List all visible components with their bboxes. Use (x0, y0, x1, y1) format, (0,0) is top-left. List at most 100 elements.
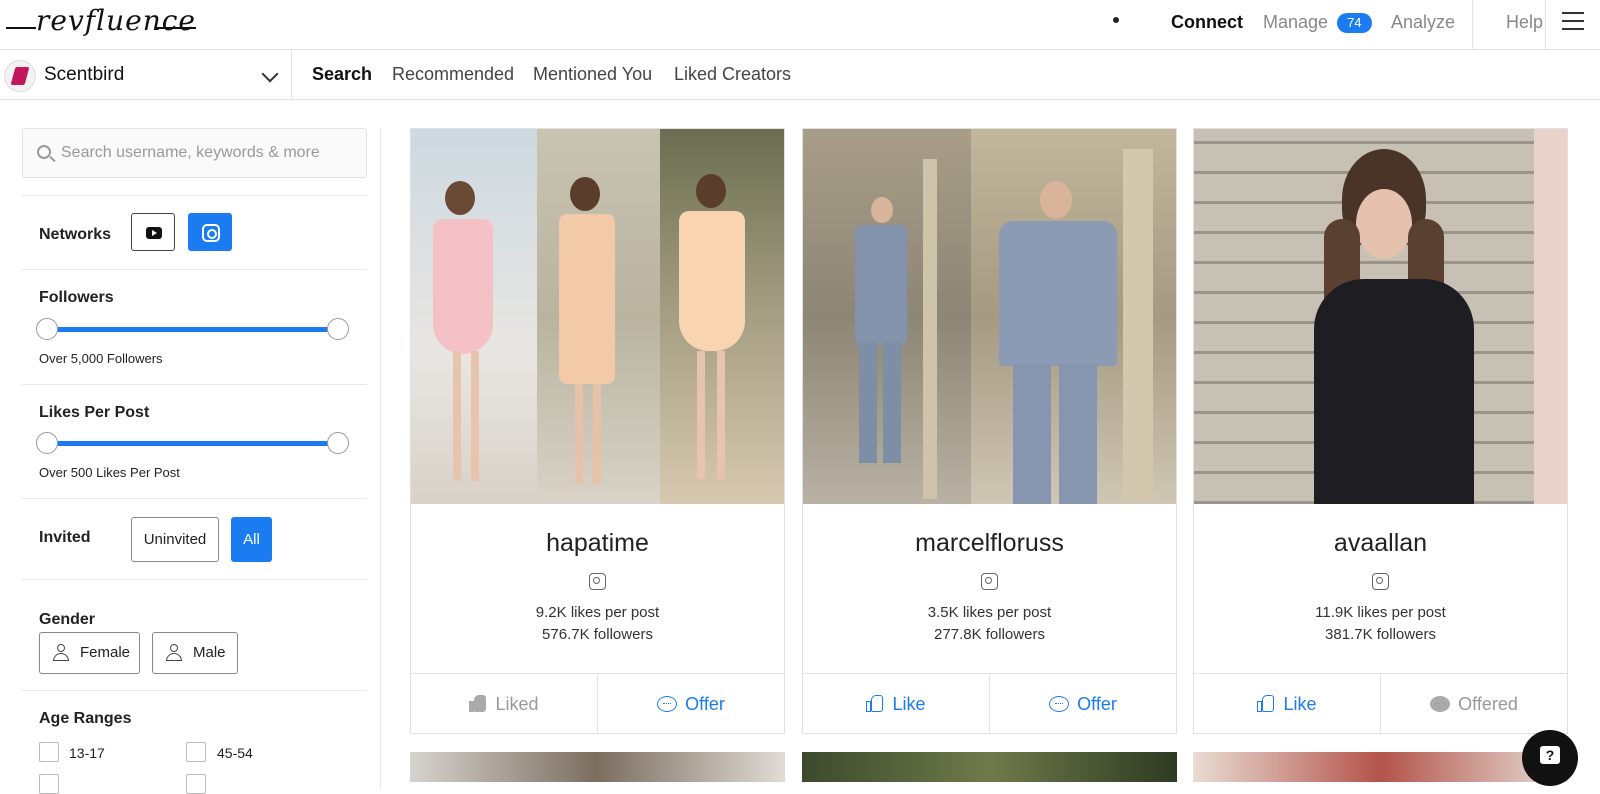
thumbs-up-icon (469, 694, 487, 712)
age-ranges-label: Age Ranges (39, 710, 132, 727)
nav-analyze[interactable]: Analyze (1391, 0, 1455, 50)
creator-card-preview[interactable] (410, 752, 785, 782)
all-button[interactable]: All (231, 517, 272, 562)
age-checkbox[interactable] (39, 774, 59, 794)
followers-count: 277.8K followers (934, 626, 1045, 643)
offered-button[interactable]: Offered (1381, 674, 1567, 734)
offer-label: Offer (1077, 694, 1117, 714)
instagram-icon (202, 224, 220, 242)
logo-text: revfluence (36, 4, 196, 37)
liked-label: Liked (495, 694, 539, 714)
creator-username[interactable]: hapatime (411, 529, 784, 558)
followers-slider-max-handle[interactable] (327, 318, 349, 340)
offer-label: Offer (685, 694, 725, 714)
followers-count: 576.7K followers (542, 626, 653, 643)
card-actions: Like Offered (1194, 673, 1567, 734)
followers-label: Followers (39, 289, 114, 306)
question-icon: ? (1540, 746, 1560, 764)
likes-label: Likes Per Post (39, 404, 150, 421)
search-input[interactable] (61, 139, 351, 167)
tab-recommended[interactable]: Recommended (392, 64, 514, 85)
creator-card-preview[interactable] (1193, 752, 1568, 782)
sub-nav-bar: Scentbird Search Recommended Mentioned Y… (0, 50, 1600, 100)
chevron-down-icon (261, 65, 279, 83)
brand-selector[interactable]: Scentbird (0, 50, 292, 100)
like-label: Like (892, 694, 926, 714)
invited-label: Invited (39, 529, 91, 546)
age-13-17-checkbox[interactable] (39, 742, 59, 762)
creator-photo[interactable] (1194, 129, 1567, 504)
like-label: Like (1283, 694, 1317, 714)
likes-per-post: 11.9K likes per post (1315, 604, 1446, 621)
likes-slider-min-handle[interactable] (36, 432, 58, 454)
followers-slider-track[interactable] (47, 327, 337, 332)
top-bar: revfluence Connect Manage 74 Analyze Hel… (0, 0, 1600, 50)
thumbs-up-icon (866, 694, 884, 712)
age-45-54-label: 45-54 (217, 745, 253, 761)
like-button[interactable]: Like (1194, 674, 1380, 734)
creator-photo[interactable] (803, 129, 1176, 504)
offer-button[interactable]: Offer (598, 674, 784, 734)
age-13-17-label: 13-17 (69, 745, 105, 761)
search-icon (37, 145, 51, 159)
chat-bubble-icon (1430, 696, 1451, 712)
thumbs-up-icon (1257, 694, 1275, 712)
likes-slider-max-handle[interactable] (327, 432, 349, 454)
female-label: Female (80, 644, 131, 661)
nav-manage-label: Manage (1263, 12, 1329, 32)
instagram-icon (981, 573, 998, 590)
offered-label: Offered (1458, 694, 1518, 714)
followers-slider-min-handle[interactable] (36, 318, 58, 340)
male-button[interactable]: Male (152, 632, 238, 674)
likes-per-post: 3.5K likes per post (927, 604, 1052, 621)
chat-bubble-icon (657, 696, 678, 712)
tab-liked-creators[interactable]: Liked Creators (674, 64, 791, 85)
chat-bubble-icon (1049, 696, 1070, 712)
networks-label: Networks (39, 226, 112, 243)
youtube-icon (146, 227, 162, 239)
uninvited-button[interactable]: Uninvited (131, 517, 219, 562)
followers-count: 381.7K followers (1325, 626, 1436, 643)
likes-note: Over 500 Likes Per Post (39, 465, 180, 480)
male-label: Male (193, 644, 226, 661)
filter-sidebar: Networks Followers Over 5,000 Followers … (22, 128, 367, 794)
offer-button[interactable]: Offer (990, 674, 1176, 734)
followers-note: Over 5,000 Followers (39, 351, 163, 366)
liked-button[interactable]: Liked (411, 674, 597, 734)
creator-username[interactable]: marcelfloruss (803, 529, 1176, 558)
female-button[interactable]: Female (39, 632, 140, 674)
brand-name: Scentbird (44, 64, 125, 85)
brand-mini-logo (1113, 17, 1143, 29)
age-45-54-checkbox[interactable] (186, 742, 206, 762)
card-actions: Like Offer (803, 673, 1176, 734)
creator-card-preview[interactable] (802, 752, 1177, 782)
card-actions: Liked Offer (411, 673, 784, 734)
creator-photo[interactable] (411, 129, 784, 504)
creator-card: marcelfloruss 3.5K likes per post 277.8K… (802, 128, 1177, 734)
age-checkbox[interactable] (186, 774, 206, 794)
nav-manage[interactable]: Manage 74 (1263, 0, 1372, 50)
likes-per-post: 9.2K likes per post (535, 604, 660, 621)
search-box (22, 128, 367, 178)
creator-card: hapatime 9.2K likes per post 576.7K foll… (410, 128, 785, 734)
nav-help[interactable]: Help (1506, 0, 1543, 50)
tab-mentioned-you[interactable]: Mentioned You (533, 64, 652, 85)
female-icon (53, 644, 69, 662)
creator-username[interactable]: avaallan (1194, 529, 1567, 558)
instagram-icon (1372, 573, 1389, 590)
hamburger-menu-icon[interactable] (1562, 12, 1584, 32)
nav-connect[interactable]: Connect (1171, 0, 1243, 50)
like-button[interactable]: Like (803, 674, 989, 734)
instagram-filter-button[interactable] (188, 213, 232, 251)
brand-avatar (4, 60, 36, 92)
tab-search[interactable]: Search (312, 64, 372, 85)
gender-label: Gender (39, 611, 96, 628)
revfluence-logo[interactable]: revfluence (6, 2, 196, 44)
creator-card: avaallan 11.9K likes per post 381.7K fol… (1193, 128, 1568, 734)
male-icon (166, 644, 182, 662)
instagram-icon (589, 573, 606, 590)
help-chat-button[interactable]: ? (1522, 730, 1578, 786)
youtube-filter-button[interactable] (131, 213, 175, 251)
manage-count-badge: 74 (1337, 13, 1372, 34)
likes-slider-track[interactable] (47, 441, 337, 446)
